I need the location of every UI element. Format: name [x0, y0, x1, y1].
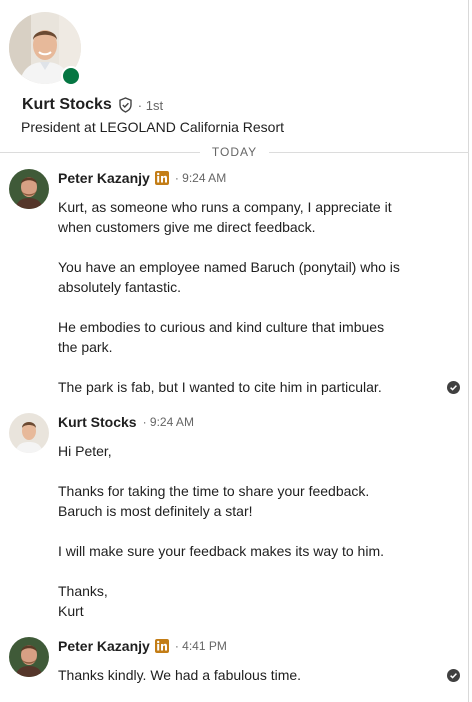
message-text-line: Thanks kindly. We had a fabulous time. — [58, 667, 302, 683]
profile-name[interactable]: Kurt Stocks — [22, 96, 112, 114]
online-status-dot — [61, 66, 81, 86]
divider-line — [0, 152, 200, 153]
linkedin-premium-icon — [154, 639, 169, 653]
date-divider-label: TODAY — [211, 145, 258, 159]
read-receipt-icon — [447, 669, 460, 682]
divider-line — [269, 152, 469, 153]
message-text-line: I will make sure your feedback makes its… — [58, 543, 385, 559]
message-timestamp: · 4:41 PM — [174, 639, 227, 653]
message-header: Peter Kazanjy · 9:24 AM — [58, 170, 226, 186]
verified-shield-icon — [118, 97, 133, 113]
message-text-line: Baruch is most definitely a star! — [58, 503, 253, 519]
message-timestamp: · 9:24 AM — [174, 171, 227, 185]
sender-avatar[interactable] — [9, 169, 49, 209]
message-header: Peter Kazanjy · 4:41 PM — [58, 638, 227, 654]
message-text-line: Thanks for taking the time to share your… — [58, 483, 370, 499]
message-text-line: Thanks, — [58, 583, 108, 599]
message-timestamp: · 9:24 AM — [142, 415, 194, 429]
message-text-line: The park is fab, but I wanted to cite hi… — [58, 379, 382, 395]
read-receipt-icon — [447, 381, 460, 394]
message-text-line: You have an employee named Baruch (ponyt… — [58, 259, 400, 275]
message-text-line: He embodies to curious and kind culture … — [58, 319, 385, 335]
sender-name[interactable]: Peter Kazanjy — [58, 170, 150, 186]
message-header: Kurt Stocks · 9:24 AM — [58, 414, 194, 430]
date-divider: TODAY — [0, 144, 469, 161]
sender-name[interactable]: Kurt Stocks — [58, 414, 137, 430]
message-text-line: absolutely fantastic. — [58, 279, 181, 295]
conversation-panel: Kurt Stocks · 1st President at LEGOLAND … — [0, 0, 469, 702]
message-text-line: Kurt, as someone who runs a company, I a… — [58, 199, 392, 215]
connection-degree: · 1st — [137, 97, 164, 113]
linkedin-premium-icon — [154, 171, 169, 185]
profile-name-row: Kurt Stocks · 1st — [22, 96, 163, 114]
message-text-line: the park. — [58, 339, 113, 355]
sender-avatar[interactable] — [9, 637, 49, 677]
sender-avatar[interactable] — [9, 413, 49, 453]
message-text-line: when customers give me direct feedback. — [58, 219, 316, 235]
profile-headline: President at LEGOLAND California Resort — [21, 119, 284, 135]
message-text-line: Kurt — [58, 603, 84, 619]
message-text-line: Hi Peter, — [58, 443, 112, 459]
sender-name[interactable]: Peter Kazanjy — [58, 638, 150, 654]
